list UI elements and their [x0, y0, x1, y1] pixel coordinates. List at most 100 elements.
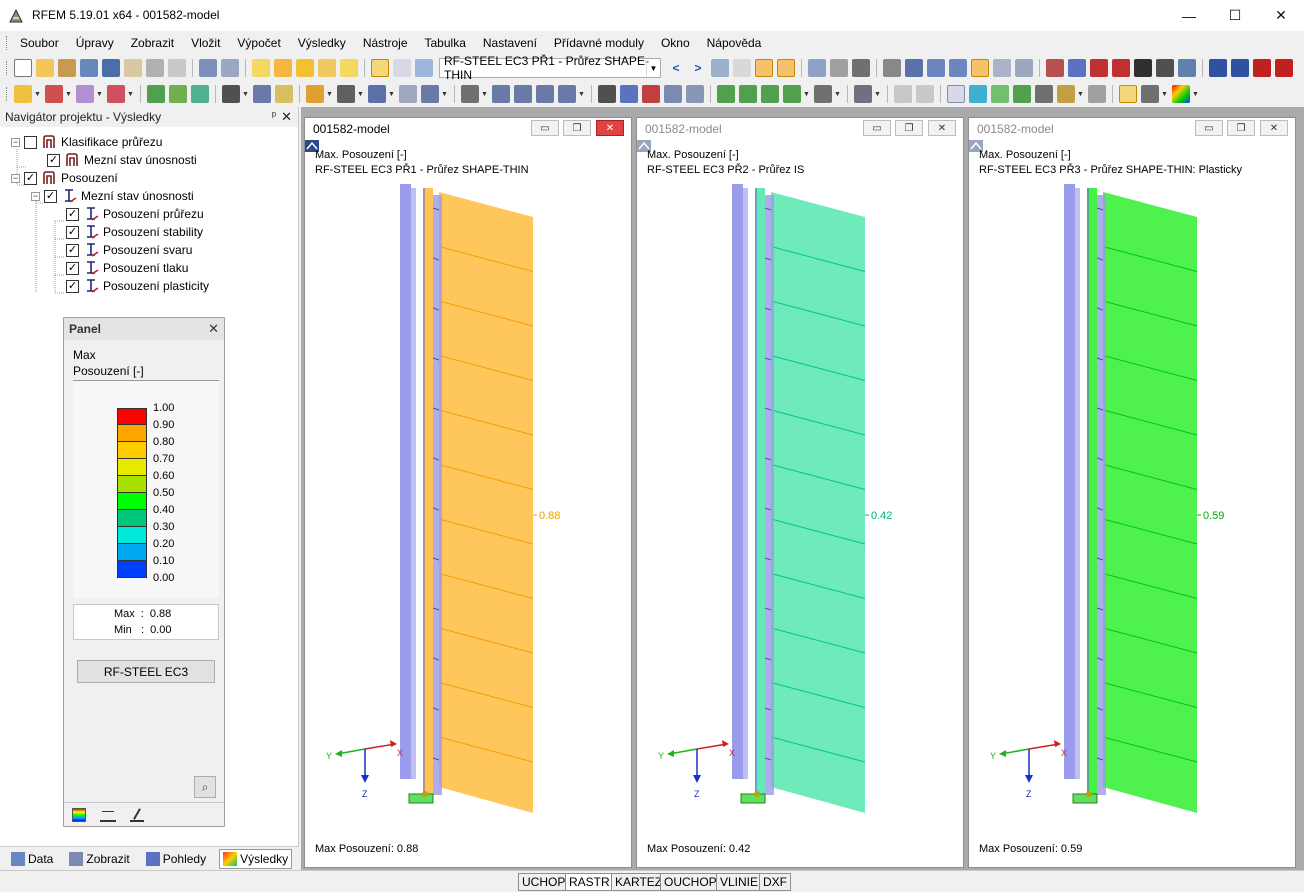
stop-icon[interactable] [642, 85, 660, 103]
solid-icon[interactable] [971, 59, 989, 77]
print-preview-icon[interactable] [168, 59, 186, 77]
result-values-icon[interactable] [733, 59, 751, 77]
view-window-titlebar[interactable]: 001582-model ▭ ❐ ✕ [637, 118, 963, 152]
mesh-icon[interactable] [686, 85, 704, 103]
check-model-icon[interactable] [664, 85, 682, 103]
insert-polyline-icon[interactable] [76, 85, 94, 103]
show-deformation-icon[interactable] [755, 59, 773, 77]
checkbox-checked[interactable]: ✓ [66, 261, 79, 275]
load-case-icon[interactable] [415, 59, 433, 77]
load-case-combo[interactable]: RF-STEEL EC3 PŘ1 - Průřez SHAPE-THIN ▼ [439, 54, 661, 82]
checkbox-checked[interactable]: ✓ [44, 189, 57, 203]
color-scale-tab-icon[interactable] [72, 807, 86, 822]
chevron-down-icon[interactable]: ▼ [1192, 91, 1199, 98]
show-results-icon[interactable] [711, 59, 729, 77]
pdf-icon[interactable] [1253, 59, 1271, 77]
checkbox-checked[interactable]: ✓ [66, 207, 79, 221]
minimize-button[interactable]: ▭ [531, 120, 559, 136]
next-case-icon[interactable]: > [689, 59, 707, 77]
model-view-window[interactable]: 001582-model ▭ ❐ ✕ Max. Posouzení [-] RF… [304, 117, 632, 868]
panel-options-button[interactable]: ⌕ [194, 776, 216, 798]
section-icon[interactable] [808, 59, 826, 77]
insert-surface-icon[interactable] [147, 85, 165, 103]
view-solid-icon[interactable] [991, 85, 1009, 103]
axis-y-icon[interactable] [739, 85, 757, 103]
chevron-down-icon[interactable]: ▼ [874, 91, 881, 98]
chevron-down-icon[interactable]: ▼ [34, 91, 41, 98]
export-icon[interactable] [1209, 59, 1227, 77]
checkbox-checked[interactable]: ✓ [66, 225, 79, 239]
report-icon[interactable] [1275, 59, 1293, 77]
view-member-icon[interactable] [947, 85, 965, 103]
model-graphic[interactable]: 0.88 Y X Z [305, 140, 631, 840]
pin-icon[interactable]: ᵖ [272, 110, 276, 122]
combination-icon[interactable] [514, 85, 532, 103]
status-grid[interactable]: RASTR [565, 873, 614, 891]
member-style-icon[interactable] [916, 85, 934, 103]
checkbox-checked[interactable]: ✓ [47, 153, 60, 167]
view-grid-icon[interactable] [1088, 85, 1106, 103]
collapse-icon[interactable]: − [31, 191, 40, 201]
axis-z-icon[interactable] [761, 85, 779, 103]
menu-nastaveni[interactable]: Nastavení [474, 36, 545, 50]
insert-member-icon[interactable] [107, 85, 125, 103]
solid-load-icon[interactable] [421, 85, 439, 103]
chevron-down-icon[interactable]: ▼ [65, 91, 72, 98]
calculator-icon[interactable] [1156, 59, 1174, 77]
chevron-down-icon[interactable]: ▼ [1077, 91, 1084, 98]
status-dxf[interactable]: DXF [759, 873, 791, 891]
calculate-icon[interactable] [598, 85, 616, 103]
model-view-window[interactable]: 001582-model ▭ ❐ ✕ Max. Posouzení [-] RF… [636, 117, 964, 868]
generate-load-icon[interactable] [461, 85, 479, 103]
info-icon[interactable] [1134, 59, 1152, 77]
settings-icon[interactable] [1178, 59, 1196, 77]
menu-okno[interactable]: Okno [652, 36, 698, 50]
visibility-icon[interactable] [854, 85, 872, 103]
chevron-down-icon[interactable]: ▼ [646, 59, 660, 77]
rf-steel-ec3-button[interactable]: RF-STEEL EC3 [77, 660, 215, 683]
insert-solid-icon[interactable] [191, 85, 209, 103]
clipboard-icon[interactable] [124, 59, 142, 77]
grid-icon[interactable] [852, 59, 870, 77]
menu-vysledky[interactable]: Výsledky [289, 36, 354, 50]
status-snap[interactable]: UCHOP [518, 873, 570, 891]
tab-zobrazit[interactable]: Zobrazit [66, 850, 132, 868]
tree-item-posouzeni-prurezu[interactable]: ✓ Posouzení průřezu [66, 205, 204, 223]
tab-pohledy[interactable]: Pohledy [143, 850, 209, 868]
super-combination-icon[interactable] [558, 85, 576, 103]
insert-support-icon[interactable] [222, 85, 240, 103]
results-panel-icon[interactable] [1119, 85, 1137, 103]
result-combination-icon[interactable] [536, 85, 554, 103]
surface-load-icon[interactable] [399, 85, 417, 103]
open-folder-icon[interactable] [36, 59, 54, 77]
minimize-button[interactable]: ▭ [863, 120, 891, 136]
close-button[interactable]: ✕ [1260, 120, 1288, 136]
view-surface-icon[interactable] [969, 85, 987, 103]
support-icon[interactable] [1068, 59, 1086, 77]
menu-zobrazit[interactable]: Zobrazit [122, 36, 182, 50]
line-style-icon[interactable] [894, 85, 912, 103]
model-graphic[interactable]: 0.42 Y X Z [637, 140, 963, 840]
maximize-button[interactable]: ☐ [1212, 0, 1258, 31]
table-icon[interactable] [393, 59, 411, 77]
chevron-down-icon[interactable]: ▼ [481, 91, 488, 98]
restore-button[interactable]: ❐ [1227, 120, 1255, 136]
axis-neg-icon[interactable] [783, 85, 801, 103]
chevron-down-icon[interactable]: ▼ [388, 91, 395, 98]
menu-soubor[interactable]: Soubor [11, 36, 67, 50]
menu-vypocet[interactable]: Výpočet [228, 36, 288, 50]
menu-tabulka[interactable]: Tabulka [416, 36, 474, 50]
close-icon[interactable]: ✕ [208, 321, 219, 337]
tree-item-posouzeni-plasticity[interactable]: ✓ Posouzení plasticity [66, 277, 209, 295]
insert-dimension-icon[interactable] [275, 85, 293, 103]
insert-node-icon[interactable] [14, 85, 32, 103]
checkbox-checked[interactable]: ✓ [66, 279, 79, 293]
chevron-down-icon[interactable]: ▼ [96, 91, 103, 98]
insert-opening-icon[interactable] [169, 85, 187, 103]
open-model-icon[interactable] [58, 59, 76, 77]
menu-vlozit[interactable]: Vložit [182, 36, 228, 50]
color-scale-icon[interactable] [1172, 85, 1190, 103]
close-icon[interactable]: ✕ [281, 109, 292, 125]
chevron-down-icon[interactable]: ▼ [357, 91, 364, 98]
results-tools-icon[interactable] [1141, 85, 1159, 103]
